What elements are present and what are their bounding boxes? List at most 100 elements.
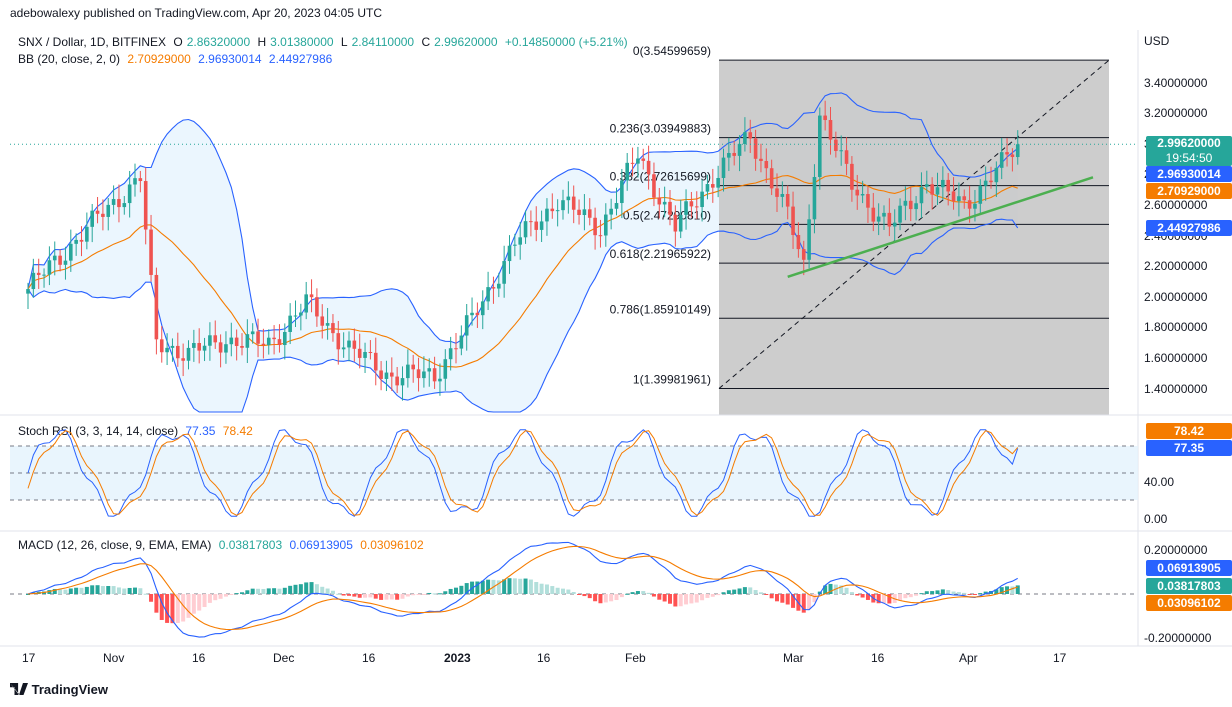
candle-body xyxy=(470,312,474,316)
macd-hist-bar xyxy=(673,594,678,607)
candle-body xyxy=(866,194,870,208)
candle-body xyxy=(513,244,517,246)
candle-body xyxy=(336,333,341,350)
macd-hist-bar xyxy=(266,588,271,594)
price-chart[interactable]: 0(3.54599659)0.236(3.03949883)0.382(2.72… xyxy=(0,0,1232,707)
candle-body xyxy=(775,188,779,197)
macd-hist-bar xyxy=(218,594,223,599)
macd-hist-bar xyxy=(849,592,854,594)
candle-body xyxy=(983,180,988,186)
candle-body xyxy=(801,249,806,260)
macd-hist-bar xyxy=(678,594,683,607)
candle-body xyxy=(743,132,747,144)
candle-body xyxy=(111,199,116,205)
candle-body xyxy=(90,210,94,227)
macd-hist-bar xyxy=(758,592,763,594)
macd-hist-bar xyxy=(347,594,351,596)
macd-hist-bar xyxy=(165,594,170,623)
time-tick: Dec xyxy=(273,651,295,665)
macd-hist-bar xyxy=(309,582,314,594)
candle-body xyxy=(36,272,41,275)
macd-hist-bar xyxy=(635,591,640,594)
macd-hist-bar xyxy=(122,588,127,594)
macd-hist-bar xyxy=(587,594,592,599)
macd-hist-bar xyxy=(935,590,940,594)
candle-body xyxy=(721,157,726,178)
candle-body xyxy=(791,206,795,236)
candle-body xyxy=(539,221,544,230)
candle-body xyxy=(930,184,934,195)
macd-hist-bar xyxy=(240,592,244,594)
candle-body xyxy=(63,260,68,265)
macd-hist-bar xyxy=(775,594,779,602)
candle-body xyxy=(780,193,785,197)
candle-body xyxy=(1005,152,1009,155)
macd-hist-bar xyxy=(395,594,400,600)
macd-hist-bar xyxy=(807,594,812,610)
candle-body xyxy=(914,203,918,210)
candle-body xyxy=(347,340,351,348)
fib-level-label: 0.236(3.03949883) xyxy=(610,122,711,136)
candle-body xyxy=(973,203,977,209)
candle-body xyxy=(555,210,560,212)
candle-body xyxy=(480,301,485,316)
candle-body xyxy=(170,345,175,348)
candle-body xyxy=(395,376,399,386)
macd-hist-tag: 0.03817803 xyxy=(1146,578,1232,594)
candle-body xyxy=(727,152,731,158)
candle-body xyxy=(443,359,448,379)
macd-hist-bar xyxy=(320,586,325,594)
fib-level-label: 0.5(2.47290810) xyxy=(623,208,711,222)
time-tick: 16 xyxy=(537,651,551,665)
candle-body xyxy=(716,177,720,188)
candle-body xyxy=(266,337,271,346)
candle-body xyxy=(85,226,89,242)
candle-body xyxy=(876,216,881,222)
candle-body xyxy=(957,196,961,202)
macd-hist-bar xyxy=(684,594,689,605)
macd-hist-bar xyxy=(700,594,705,601)
tradingview-logo[interactable]: TradingView xyxy=(10,682,108,697)
candle-body xyxy=(357,348,362,358)
macd-hist-bar xyxy=(459,585,464,594)
macd-hist-bar xyxy=(914,594,919,596)
candle-body xyxy=(363,352,367,358)
candle-body xyxy=(823,115,827,121)
candle-body xyxy=(106,204,111,217)
macd-hist-bar xyxy=(507,578,512,594)
stoch-d-tag: 78.42 xyxy=(1146,423,1232,439)
candle-body xyxy=(218,342,223,353)
macd-hist-bar xyxy=(384,594,389,600)
candle-body xyxy=(577,209,581,215)
candle-body xyxy=(812,177,817,220)
candle-body xyxy=(304,294,308,313)
macd-hist-bar xyxy=(769,594,774,599)
candle-body xyxy=(400,378,405,386)
macd-hist-bar xyxy=(523,578,528,594)
macd-hist-bar xyxy=(732,589,737,594)
candle-body xyxy=(673,214,678,232)
macd-hist-bar xyxy=(357,594,362,598)
candle-body xyxy=(101,213,105,217)
candle-body xyxy=(331,323,335,334)
macd-hist-bar xyxy=(967,594,972,595)
candle-body xyxy=(561,200,565,211)
candle-body xyxy=(694,206,699,208)
candle-body xyxy=(176,345,180,359)
fib-level-label: 0(3.54599659) xyxy=(633,44,711,58)
candle-body xyxy=(507,245,512,262)
candle-body xyxy=(828,120,833,140)
macd-hist-bar xyxy=(785,594,790,605)
candle-body xyxy=(999,152,1004,168)
price-tick: 3.20000000 xyxy=(1144,106,1208,121)
macd-hist-bar xyxy=(389,594,394,600)
macd-hist-bar xyxy=(432,593,437,595)
candle-body xyxy=(384,372,389,379)
macd-tick-neg: -0.20000000 xyxy=(1144,631,1212,645)
time-tick: Apr xyxy=(959,651,978,665)
time-tick: 16 xyxy=(871,651,885,665)
candle-body xyxy=(678,214,683,232)
candle-body xyxy=(662,201,667,205)
macd-hist-bar xyxy=(127,587,132,594)
macd-hist-bar xyxy=(603,594,608,603)
